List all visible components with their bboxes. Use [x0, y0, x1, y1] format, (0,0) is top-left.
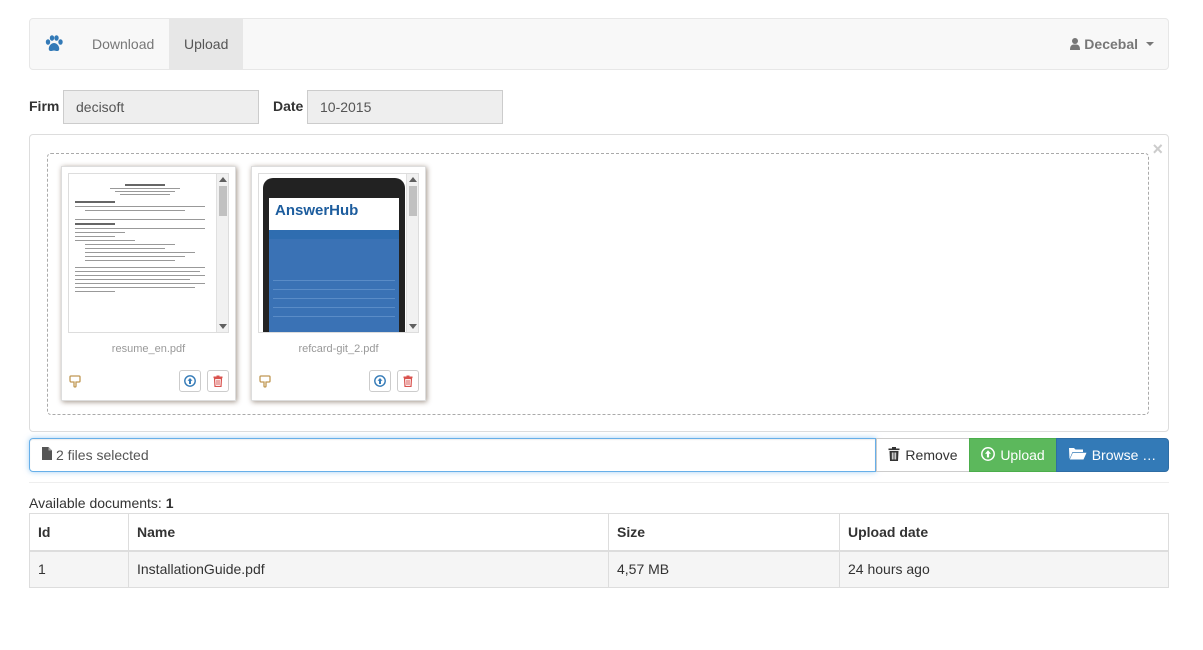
tablet-preview-image: AnswerHub	[263, 178, 405, 332]
table-header-row: Id Name Size Upload date	[29, 513, 1169, 552]
file-icon	[42, 447, 52, 463]
pdf-preview[interactable]	[68, 173, 229, 333]
upload-label: Upload	[1000, 447, 1045, 463]
browse-label: Browse …	[1091, 447, 1157, 463]
table-row[interactable]: 1 InstallationGuide.pdf 4,57 MB 24 hours…	[29, 550, 1169, 588]
upload-file-button[interactable]	[179, 370, 201, 392]
file-thumbnail: resume_en.pdf	[61, 166, 236, 401]
delete-file-button[interactable]	[397, 370, 419, 392]
remove-button[interactable]: Remove	[876, 438, 970, 472]
firm-field[interactable]	[63, 90, 259, 124]
close-icon[interactable]: ×	[1152, 140, 1163, 158]
available-label-text: Available documents:	[29, 495, 162, 511]
available-documents-label: Available documents: 1	[29, 495, 174, 511]
file-thumbnail: AnswerHub refcard-git_2.pdf	[251, 166, 426, 401]
thumbnail-footer	[62, 370, 235, 394]
user-icon	[1070, 38, 1081, 50]
file-caption-text: 2 files selected	[56, 447, 149, 463]
date-field[interactable]	[307, 90, 503, 124]
date-label: Date	[273, 98, 304, 114]
delete-file-button[interactable]	[207, 370, 229, 392]
browse-button[interactable]: Browse …	[1056, 438, 1169, 472]
file-preview-panel: × resume_en.pdf AnswerHub refcard-git_2.…	[29, 134, 1169, 432]
file-name: resume_en.pdf	[111, 343, 186, 355]
preview-scrollbar[interactable]	[216, 174, 228, 332]
column-header-id[interactable]: Id	[29, 513, 129, 552]
available-count: 1	[165, 495, 174, 511]
document-preview-image	[75, 180, 215, 295]
column-header-size[interactable]: Size	[608, 513, 840, 552]
drop-zone[interactable]: resume_en.pdf AnswerHub refcard-git_2.pd…	[47, 153, 1149, 415]
column-header-upload-date[interactable]: Upload date	[839, 513, 1169, 552]
nav-upload[interactable]: Upload	[169, 19, 244, 69]
caret-down-icon	[1146, 42, 1154, 46]
file-name: refcard-git_2.pdf	[298, 343, 379, 355]
cell-name[interactable]: InstallationGuide.pdf	[128, 550, 609, 588]
user-menu[interactable]: Decebal	[1070, 19, 1154, 69]
thumbnail-footer	[252, 370, 425, 394]
upload-file-button[interactable]	[369, 370, 391, 392]
cell-date: 24 hours ago	[839, 550, 1169, 588]
trash-icon	[888, 446, 900, 464]
paw-icon[interactable]	[44, 34, 64, 54]
firm-label: Firm	[29, 98, 60, 114]
cell-id: 1	[29, 550, 129, 588]
documents-table: Id Name Size Upload date 1 InstallationG…	[29, 513, 1169, 588]
navbar: Download Upload Decebal	[29, 18, 1169, 70]
upload-circle-icon	[981, 446, 996, 464]
user-name: Decebal	[1084, 36, 1138, 52]
remove-label: Remove	[905, 447, 958, 463]
divider	[29, 482, 1169, 483]
pdf-preview[interactable]: AnswerHub	[258, 173, 419, 333]
drag-hand-icon[interactable]	[68, 374, 82, 391]
folder-open-icon	[1068, 447, 1087, 463]
preview-scrollbar[interactable]	[406, 174, 418, 332]
upload-button[interactable]: Upload	[969, 438, 1057, 472]
cell-size: 4,57 MB	[608, 550, 840, 588]
column-header-name[interactable]: Name	[128, 513, 609, 552]
drag-hand-icon[interactable]	[258, 374, 272, 391]
file-caption-field[interactable]: 2 files selected	[29, 438, 876, 472]
nav-download[interactable]: Download	[77, 19, 169, 69]
